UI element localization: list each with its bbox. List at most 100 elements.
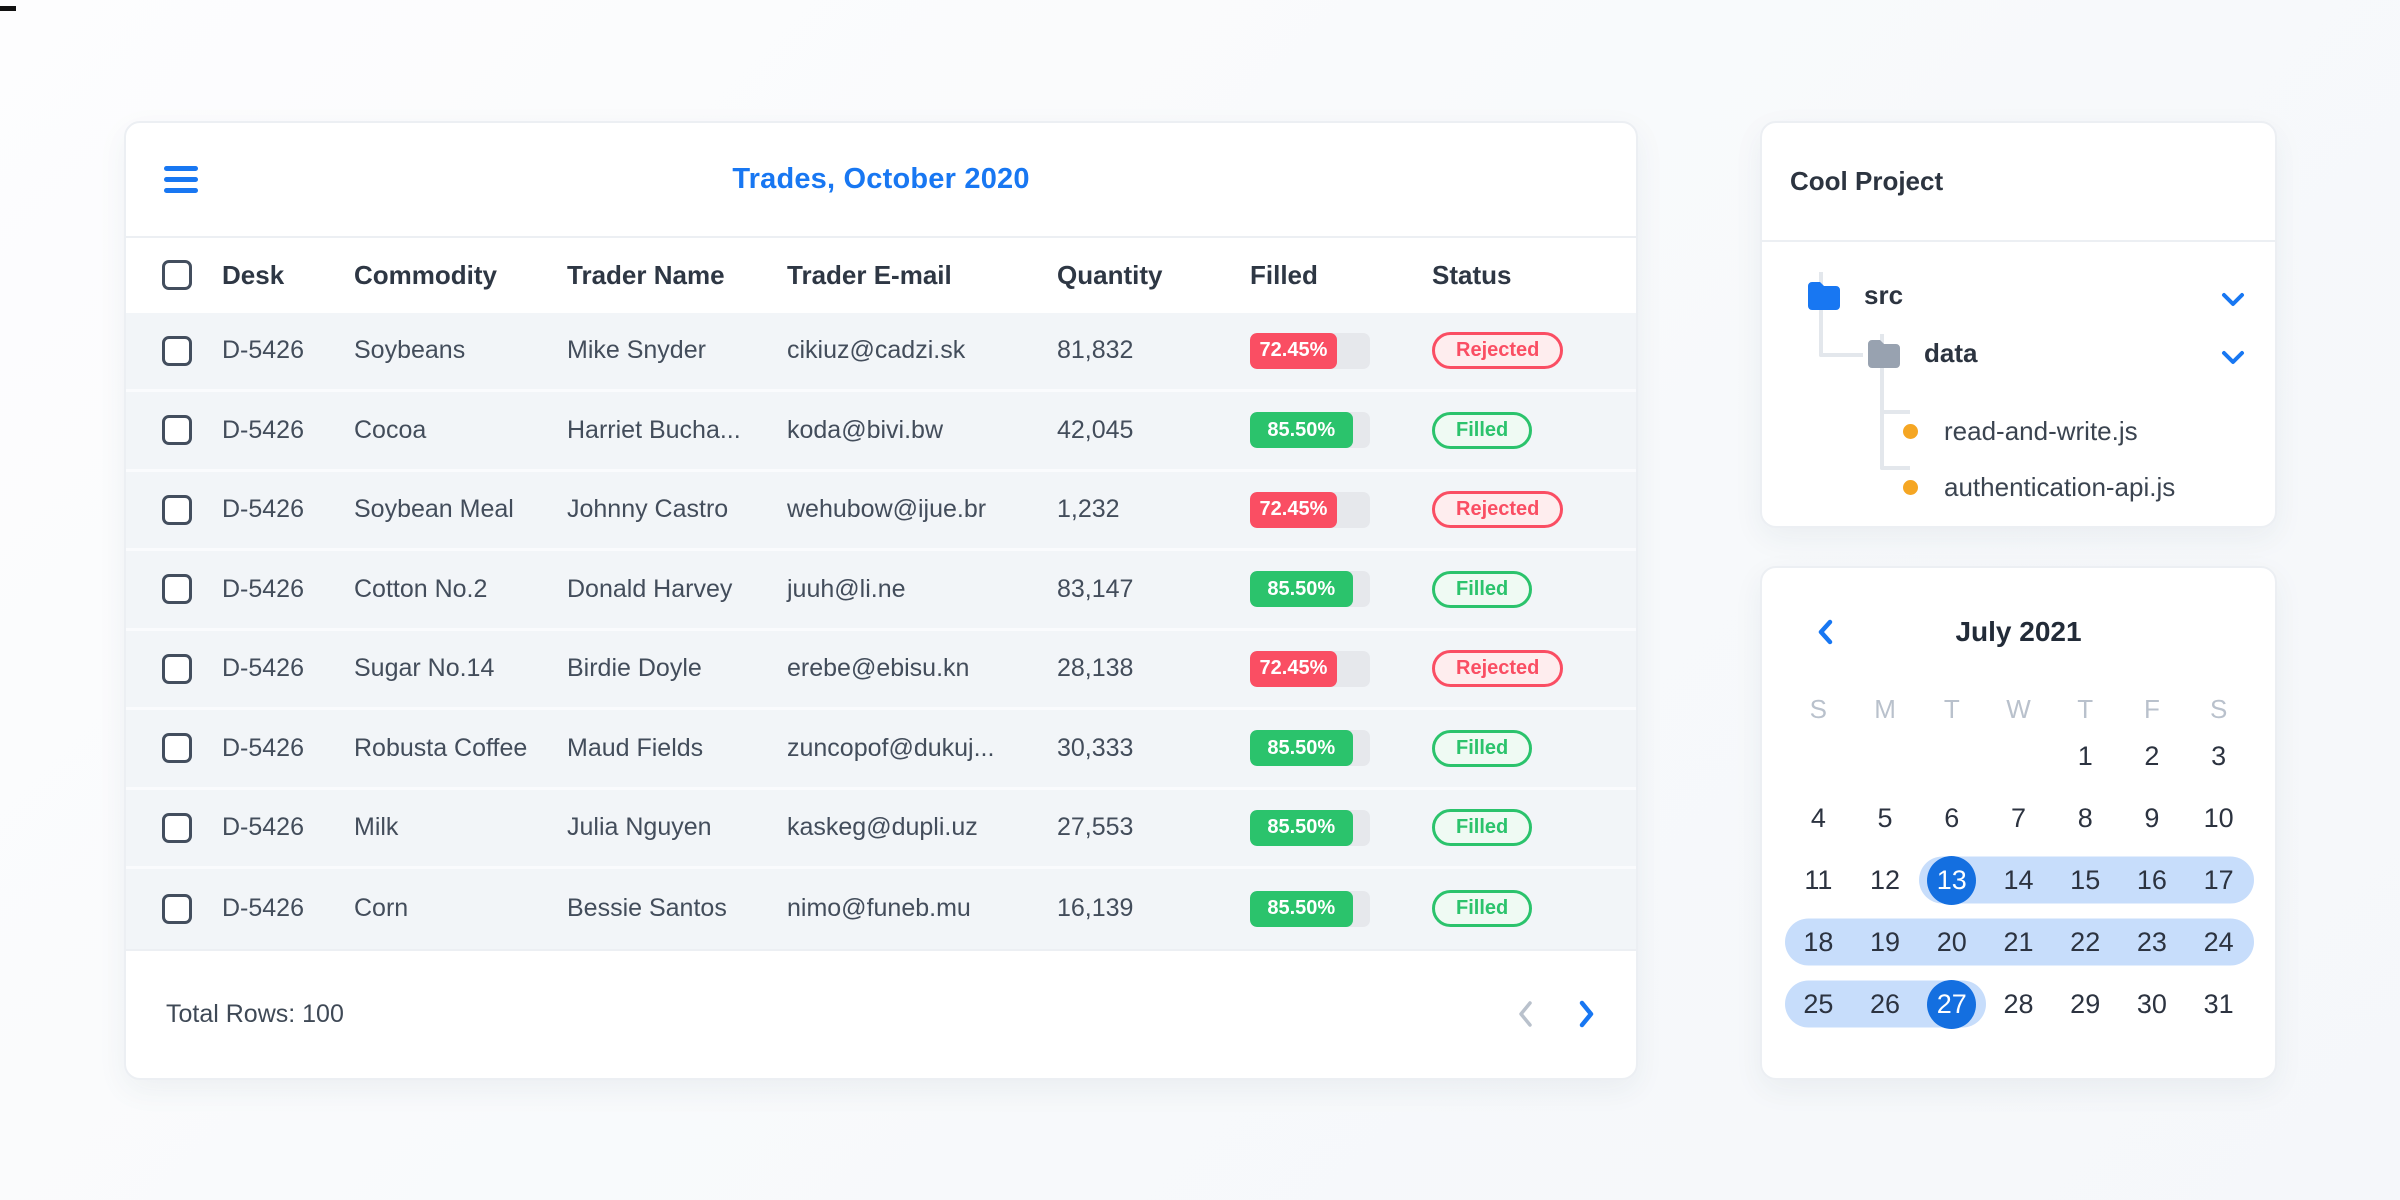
calendar-day[interactable]: 20: [1918, 911, 1985, 973]
row-checkbox[interactable]: [162, 893, 192, 924]
row-checkbox[interactable]: [162, 494, 192, 525]
row-checkbox[interactable]: [162, 415, 192, 446]
column-header-quantity: Quantity: [1057, 259, 1163, 290]
calendar-day[interactable]: 23: [2119, 911, 2186, 973]
table-row: D-5426 Cotton No.2 Donald Harvey juuh@li.ne…: [126, 551, 1636, 631]
calendar-day[interactable]: 30: [2119, 973, 2186, 1035]
cell-status: Rejected: [1432, 332, 1600, 370]
status-badge: Filled: [1432, 411, 1533, 449]
day-of-week-label: T: [1943, 694, 1960, 724]
cell-filled: 72.45%: [1250, 650, 1432, 687]
cell-trader-email: koda@bivi.bw: [787, 415, 944, 444]
cell-trader-email: cikiuz@cadzi.sk: [787, 336, 966, 365]
calendar-day[interactable]: 27: [1918, 973, 1985, 1035]
calendar-day[interactable]: 15: [2052, 849, 2119, 911]
calendar-day[interactable]: 22: [2052, 911, 2119, 973]
file-bullet-icon: [1903, 424, 1918, 439]
row-checkbox[interactable]: [162, 812, 192, 843]
calendar-day[interactable]: 2: [2119, 725, 2186, 787]
tree-item-src-folder[interactable]: src: [1806, 280, 1903, 311]
progress-bar: 85.50%: [1250, 890, 1370, 927]
tree-item-file[interactable]: authentication-api.js: [1903, 472, 2175, 503]
table-row: D-5426 Cocoa Harriet Bucha... koda@bivi.bw 4…: [126, 392, 1636, 472]
calendar-day[interactable]: 3: [2185, 725, 2252, 787]
calendar-day[interactable]: 9: [2119, 787, 2186, 849]
calendar-day[interactable]: 29: [2052, 973, 2119, 1035]
calendar-day[interactable]: 19: [1852, 911, 1919, 973]
calendar-previous-month-icon[interactable]: [1817, 619, 1833, 645]
day-of-week-label: S: [2209, 694, 2228, 724]
calendar-day[interactable]: 8: [2052, 787, 2119, 849]
tree-item-file[interactable]: read-and-write.js: [1903, 416, 2138, 447]
calendar-day[interactable]: 5: [1852, 787, 1919, 849]
status-badge: Filled: [1432, 809, 1533, 847]
cell-trader-email: kaskeg@dupli.uz: [787, 813, 978, 842]
cell-quantity: 81,832: [1057, 336, 1134, 365]
row-checkbox[interactable]: [162, 653, 192, 684]
calendar-day[interactable]: 25: [1785, 973, 1852, 1035]
folder-icon: [1868, 339, 1900, 368]
cell-filled: 85.50%: [1250, 890, 1432, 927]
calendar-day[interactable]: 26: [1852, 973, 1919, 1035]
progress-bar: 72.45%: [1250, 650, 1370, 687]
calendar-week-row: 25 26 27 28 29 30 31: [1785, 973, 2252, 1035]
column-header-commodity: Commodity: [354, 259, 497, 290]
chevron-down-icon[interactable]: [2221, 350, 2245, 365]
column-header-filled: Filled: [1250, 259, 1318, 290]
cell-commodity: Sugar No.14: [354, 654, 495, 683]
calendar-day[interactable]: 16: [2119, 849, 2186, 911]
chevron-down-icon[interactable]: [2221, 292, 2245, 307]
day-of-week-label: T: [2077, 694, 2094, 724]
select-all-checkbox[interactable]: [162, 260, 192, 291]
calendar-day[interactable]: 12: [1852, 849, 1919, 911]
cell-quantity: 1,232: [1057, 495, 1120, 524]
progress-fill: 85.50%: [1250, 571, 1353, 608]
corner-artifact: [0, 6, 16, 11]
day-of-week-label: M: [1874, 694, 1896, 724]
cell-commodity: Soybean Meal: [354, 495, 514, 524]
calendar-day[interactable]: 24: [2185, 911, 2252, 973]
cell-desk: D-5426: [222, 733, 304, 762]
cell-quantity: 83,147: [1057, 574, 1134, 603]
row-checkbox[interactable]: [162, 574, 192, 605]
cell-commodity: Milk: [354, 813, 399, 842]
column-header-trader-name: Trader Name: [567, 259, 725, 290]
cell-filled: 85.50%: [1250, 730, 1432, 767]
previous-page-icon[interactable]: [1516, 999, 1534, 1029]
next-page-icon[interactable]: [1578, 999, 1596, 1029]
row-checkbox[interactable]: [162, 335, 192, 366]
cell-status: Rejected: [1432, 491, 1600, 529]
calendar-day[interactable]: 31: [2185, 973, 2252, 1035]
status-badge: Filled: [1432, 729, 1533, 767]
cell-trader-name: Johnny Castro: [567, 495, 729, 524]
column-header-desk: Desk: [222, 259, 285, 290]
cell-status: Filled: [1432, 411, 1600, 449]
table-row: D-5426 Soybean Meal Johnny Castro wehubow@i…: [126, 471, 1636, 552]
calendar-day[interactable]: 14: [1985, 849, 2052, 911]
calendar-day[interactable]: 28: [1985, 973, 2052, 1035]
cell-trader-email: zuncopof@dukuj...: [787, 733, 995, 762]
calendar-day[interactable]: 21: [1985, 911, 2052, 973]
cell-desk: D-5426: [222, 415, 304, 444]
calendar-day[interactable]: 4: [1785, 787, 1852, 849]
calendar-day[interactable]: 11: [1785, 849, 1852, 911]
calendar-day[interactable]: 1: [2052, 725, 2119, 787]
calendar-empty-cell: [1985, 725, 2052, 787]
status-badge: Rejected: [1432, 332, 1564, 370]
calendar-day[interactable]: 6: [1918, 787, 1985, 849]
calendar-day[interactable]: 17: [2185, 849, 2252, 911]
calendar-grid: 1 2 3 4 5 6 7 8 9 10 11 12 13 14 15 16 17 18 19 20 21 22 23 24 2…: [1785, 725, 2254, 1035]
progress-fill: 85.50%: [1250, 730, 1353, 767]
row-checkbox[interactable]: [162, 733, 192, 764]
calendar-day[interactable]: 10: [2185, 787, 2252, 849]
cell-trader-name: Birdie Doyle: [567, 654, 702, 683]
calendar-week-row: 18 19 20 21 22 23 24: [1785, 911, 2254, 973]
cell-filled: 72.45%: [1250, 332, 1432, 369]
cell-quantity: 27,553: [1057, 813, 1134, 842]
calendar-day[interactable]: 18: [1785, 911, 1852, 973]
calendar-day[interactable]: 7: [1985, 787, 2052, 849]
table-row: D-5426 Sugar No.14 Birdie Doyle erebe@ebisu…: [126, 630, 1636, 711]
calendar-card: July 2021 SMTWTFS 1 2 3 4 5 6 7 8 9 10 11 12 13 14 15 1…: [1760, 566, 2277, 1080]
calendar-day[interactable]: 13: [1918, 849, 1985, 911]
tree-item-data-folder[interactable]: data: [1866, 338, 1977, 369]
